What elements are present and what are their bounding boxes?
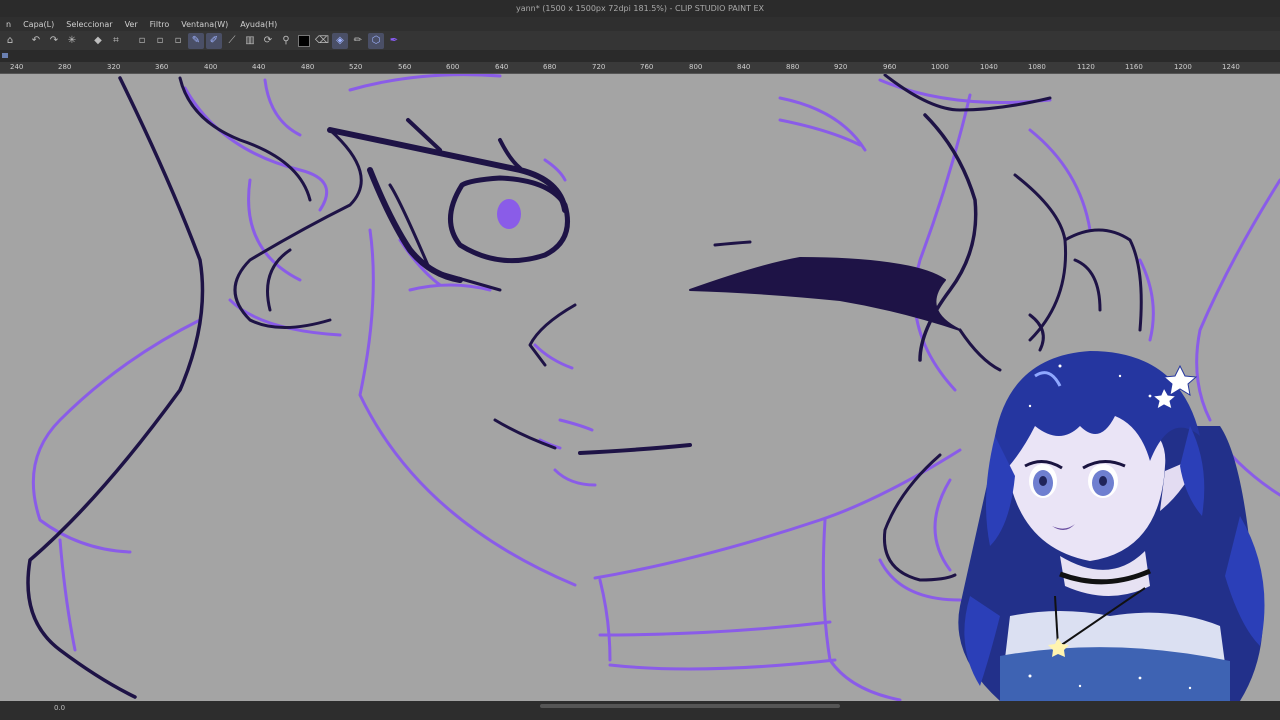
ruler-label: 760 xyxy=(640,63,654,71)
eraser-icon[interactable]: ⌫ xyxy=(314,33,330,49)
brush-icon[interactable]: ✐ xyxy=(206,32,222,49)
lasso-icon[interactable]: ⟳ xyxy=(260,33,276,49)
ruler-label: 1200 xyxy=(1174,63,1192,71)
menu-item-filter[interactable]: Filtro xyxy=(144,20,176,29)
ruler-label: 1040 xyxy=(980,63,998,71)
ruler-label: 280 xyxy=(58,63,72,71)
redo-icon[interactable]: ↷ xyxy=(46,33,62,49)
menu-item-view[interactable]: Ver xyxy=(119,20,144,29)
horizontal-scrollbar[interactable] xyxy=(540,704,840,708)
ruler-label: 1080 xyxy=(1028,63,1046,71)
ruler-label: 320 xyxy=(107,63,121,71)
window-title: yann* (1500 x 1500px 72dpi 181.5%) - CLI… xyxy=(0,0,1280,17)
purple-pen-icon[interactable]: ✒ xyxy=(386,33,402,49)
pencil-icon[interactable]: ✏ xyxy=(350,33,366,49)
ruler-label: 240 xyxy=(10,63,24,71)
ruler-label: 520 xyxy=(349,63,363,71)
vtuber-avatar xyxy=(958,351,1265,701)
ruler-label: 600 xyxy=(446,63,460,71)
menu-item-help[interactable]: Ayuda(H) xyxy=(234,20,283,29)
sub-toolbar xyxy=(0,50,1280,62)
ruler-label: 920 xyxy=(834,63,848,71)
menu-item-select[interactable]: Seleccionar xyxy=(60,20,118,29)
layer-icon[interactable]: ▥ xyxy=(242,33,258,49)
vector-icon[interactable]: ⬡ xyxy=(368,32,384,49)
ruler-label: 560 xyxy=(398,63,412,71)
tool-options-icon[interactable]: ⌂ xyxy=(2,33,18,49)
disabled-tool-icon[interactable]: ▫ xyxy=(134,33,150,49)
sub-tool-indicator[interactable] xyxy=(2,53,8,58)
disabled-tool-icon-2[interactable]: ▫ xyxy=(152,33,168,49)
ruler-label: 1000 xyxy=(931,63,949,71)
crop-icon[interactable]: ⌗ xyxy=(108,33,124,49)
ruler-label: 1120 xyxy=(1077,63,1095,71)
pen-icon[interactable]: ✎ xyxy=(188,32,204,49)
undo-icon[interactable]: ↶ xyxy=(28,33,44,49)
horizontal-ruler: 240 280 320 360 400 440 480 520 560 600 … xyxy=(0,62,1280,74)
menu-bar: n Capa(L) Seleccionar Ver Filtro Ventana… xyxy=(0,17,1280,31)
ruler-label: 680 xyxy=(543,63,557,71)
ruler-label: 440 xyxy=(252,63,266,71)
ruler-label: 1160 xyxy=(1125,63,1143,71)
color-swatch[interactable] xyxy=(296,33,312,49)
ruler-label: 1240 xyxy=(1222,63,1240,71)
ruler-label: 640 xyxy=(495,63,509,71)
ruler-icon[interactable]: ⟋ xyxy=(224,33,240,49)
select-icon[interactable]: ◈ xyxy=(332,32,348,49)
drawing-canvas[interactable] xyxy=(0,74,1280,701)
ruler-label: 480 xyxy=(301,63,315,71)
zoom-readout[interactable]: 0.0 xyxy=(54,704,65,712)
ruler-label: 840 xyxy=(737,63,751,71)
menu-item-layer[interactable]: Capa(L) xyxy=(17,20,60,29)
menu-item-window[interactable]: Ventana(W) xyxy=(175,20,234,29)
fill-icon[interactable]: ◆ xyxy=(90,33,106,49)
status-bar: 0.0 xyxy=(0,701,1280,720)
ruler-label: 360 xyxy=(155,63,169,71)
ruler-label: 800 xyxy=(689,63,703,71)
ruler-label: 400 xyxy=(204,63,218,71)
command-toolbar: ⌂ ↶ ↷ ✳ ◆ ⌗ ▫ ▫ ▫ ✎ ✐ ⟋ ▥ ⟳ ⚲ ⌫ ◈ ✏ ⬡ ✒ xyxy=(0,31,1280,50)
ruler-label: 720 xyxy=(592,63,606,71)
eyedropper-icon[interactable]: ⚲ xyxy=(278,33,294,49)
transform-icon[interactable]: ✳ xyxy=(64,33,80,49)
ruler-label: 960 xyxy=(883,63,897,71)
ruler-label: 880 xyxy=(786,63,800,71)
disabled-tool-icon-3[interactable]: ▫ xyxy=(170,33,186,49)
menu-item-partial[interactable]: n xyxy=(0,20,17,29)
